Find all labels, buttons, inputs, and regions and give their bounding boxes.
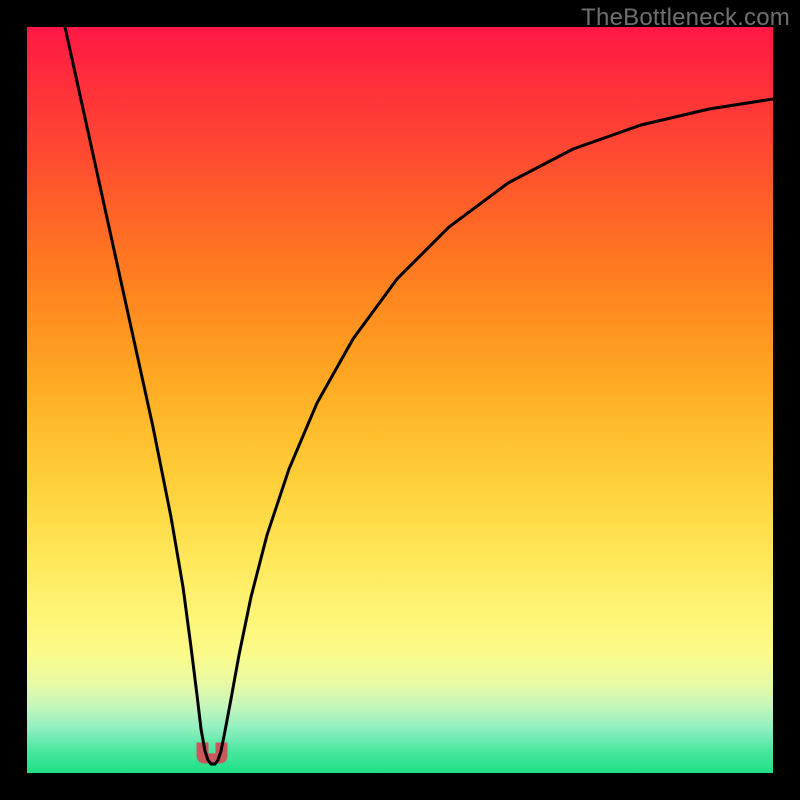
chart-stage: TheBottleneck.com bbox=[0, 0, 800, 800]
bottleneck-curve bbox=[65, 27, 773, 764]
curve-layer bbox=[27, 27, 773, 773]
plot-area bbox=[27, 27, 773, 773]
